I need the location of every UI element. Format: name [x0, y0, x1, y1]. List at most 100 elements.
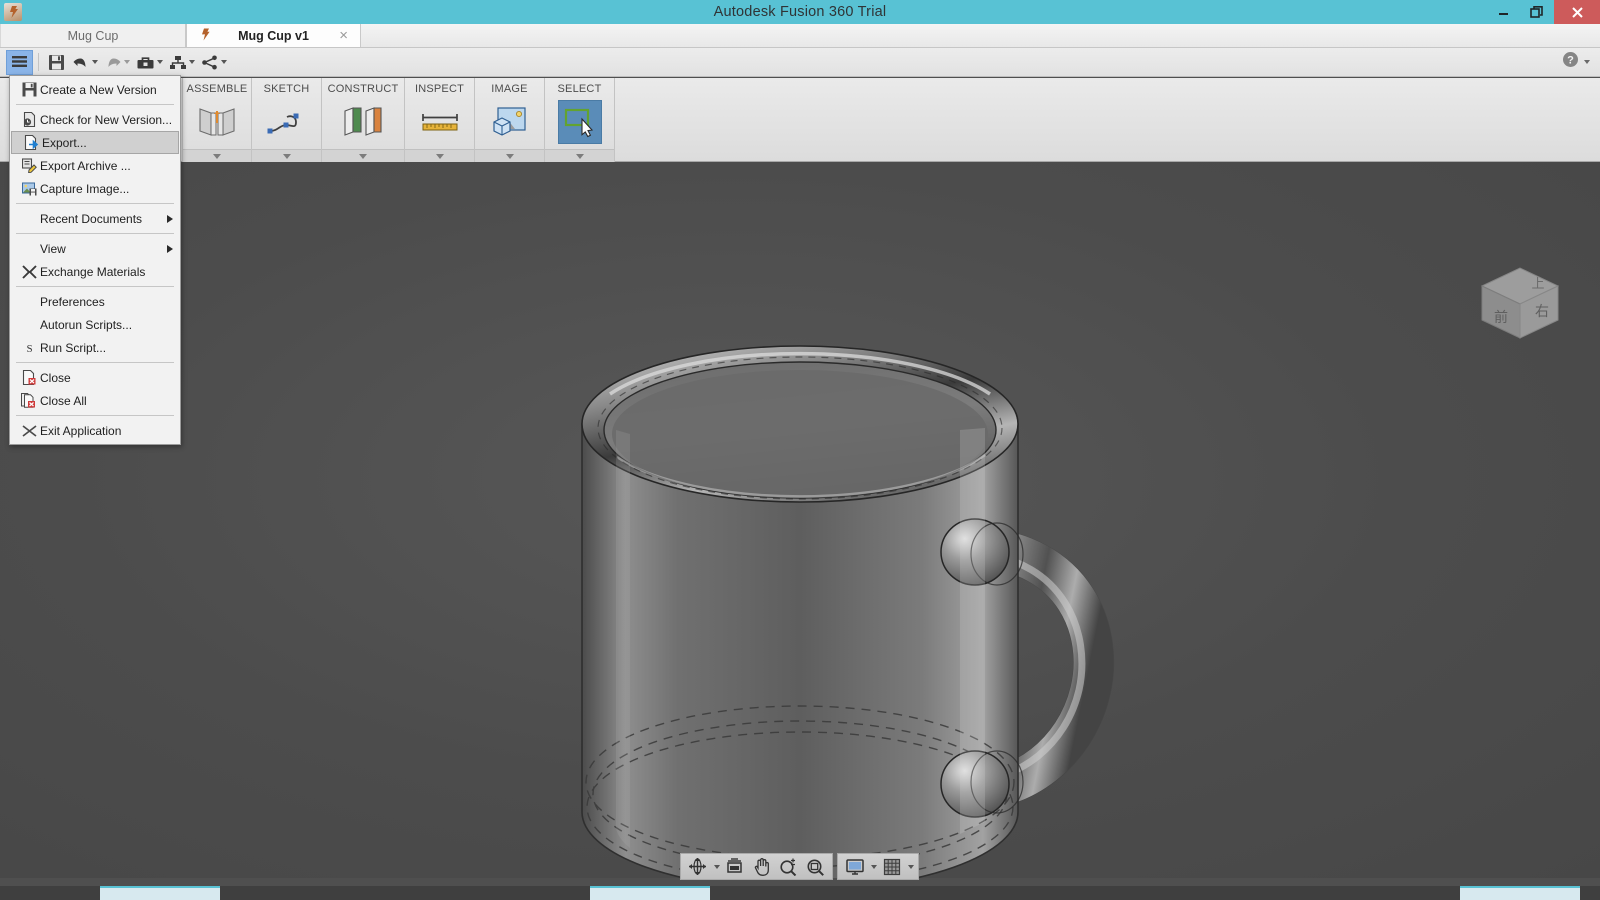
menu-item-label: Recent Documents [40, 211, 143, 226]
ribbon-panel-image[interactable]: IMAGE [475, 78, 545, 162]
chevron-down-icon[interactable] [714, 864, 720, 869]
menu-item-label: Exchange Materials [40, 264, 146, 279]
exit-x-icon [18, 424, 40, 438]
chevron-down-icon[interactable] [92, 60, 98, 64]
menu-item-run-script[interactable]: S Run Script... [10, 336, 180, 359]
menu-item-label: Export... [42, 135, 87, 150]
toolbox-button[interactable] [134, 50, 165, 75]
close-button[interactable] [1554, 0, 1600, 24]
save-floppy-icon [18, 82, 40, 97]
fit-view-button[interactable] [722, 855, 747, 878]
ribbon-panel-group: ASSEMBLE SKETCH CONSTRUCT INSPECT IMAGE … [182, 78, 615, 162]
menu-item-close[interactable]: Close [10, 366, 180, 389]
undo-button[interactable] [70, 50, 100, 75]
zoom-window-button[interactable] [803, 855, 828, 878]
sketch-spline-icon[interactable] [265, 100, 309, 144]
chevron-down-icon[interactable] [124, 60, 130, 64]
menu-item-export[interactable]: Export... [11, 131, 179, 154]
save-button[interactable] [44, 50, 68, 75]
export-arrow-icon [20, 135, 42, 150]
ribbon-panel-dropdown[interactable] [545, 149, 614, 162]
window-title-bar: Autodesk Fusion 360 Trial [0, 0, 1600, 24]
ribbon-panel-construct[interactable]: CONSTRUCT [322, 78, 405, 162]
menu-item-view[interactable]: View [10, 237, 180, 260]
menu-item-label: Exit Application [40, 423, 122, 438]
tab-label: Mug Cup [67, 28, 119, 43]
taskbar-item[interactable] [100, 886, 220, 900]
redo-button[interactable] [102, 50, 132, 75]
exchange-x-icon [18, 264, 40, 279]
select-cursor-icon[interactable] [557, 100, 602, 144]
chevron-down-icon[interactable] [157, 60, 163, 64]
chevron-down-icon [435, 153, 444, 159]
ribbon-panel-assemble[interactable]: ASSEMBLE [182, 78, 252, 162]
window-controls [1486, 0, 1600, 24]
menu-item-label: Capture Image... [40, 181, 130, 196]
chevron-down-icon [359, 153, 367, 159]
minimize-button[interactable] [1486, 0, 1520, 24]
display-settings-group [837, 853, 919, 880]
navigation-bar [680, 853, 919, 880]
ribbon-panel-title: INSPECT [414, 83, 465, 95]
ribbon-panel-dropdown[interactable] [405, 149, 474, 162]
menu-item-label: Export Archive ... [40, 158, 131, 173]
taskbar-item[interactable] [590, 886, 710, 900]
menu-item-label: Close All [40, 393, 87, 408]
hierarchy-button[interactable] [167, 50, 197, 75]
orbit-button[interactable] [685, 855, 710, 878]
assemble-joint-icon[interactable] [195, 100, 239, 144]
chevron-down-icon[interactable] [189, 60, 195, 64]
tab-mug-cup[interactable]: Mug Cup [0, 24, 186, 47]
menu-item-preferences[interactable]: Preferences [10, 290, 180, 313]
chevron-down-icon[interactable] [871, 864, 877, 869]
file-application-menu: Create a New Version Check for New Versi… [9, 75, 181, 445]
construct-planes-icon[interactable] [341, 100, 385, 144]
ribbon-panel-inspect[interactable]: INSPECT [405, 78, 475, 162]
grid-snaps-button[interactable] [879, 855, 904, 878]
share-button[interactable] [199, 50, 229, 75]
view-cube[interactable]: 上 前 右 [1460, 254, 1580, 344]
menu-item-autorun-scripts[interactable]: Autorun Scripts... [10, 313, 180, 336]
menu-item-exchange-materials[interactable]: Exchange Materials [10, 260, 180, 283]
chevron-down-icon[interactable] [1584, 60, 1590, 64]
taskbar-item[interactable] [1460, 886, 1580, 900]
ribbon-panel-dropdown[interactable] [252, 149, 321, 162]
tab-close-icon[interactable]: × [339, 28, 348, 43]
windows-taskbar[interactable] [0, 886, 1600, 900]
menu-item-recent-documents[interactable]: Recent Documents [10, 207, 180, 230]
menu-item-label: View [40, 241, 66, 256]
ribbon-panel-select[interactable]: SELECT [545, 78, 615, 162]
menu-item-export-archive[interactable]: Export Archive ... [10, 154, 180, 177]
zoom-button[interactable] [776, 855, 801, 878]
menu-separator [16, 286, 174, 287]
main-menu-button[interactable] [6, 49, 33, 75]
menu-item-capture-image[interactable]: Capture Image... [10, 177, 180, 200]
ribbon-panel-dropdown[interactable] [475, 149, 544, 162]
ribbon-panel-title: ASSEMBLE [186, 83, 248, 95]
mug-cup-3d-model[interactable] [0, 162, 1600, 878]
menu-item-label: Autorun Scripts... [40, 317, 133, 332]
restore-button[interactable] [1520, 0, 1554, 24]
chevron-down-icon[interactable] [221, 60, 227, 64]
ribbon-panel-sketch[interactable]: SKETCH [252, 78, 322, 162]
tab-mug-cup-v1[interactable]: Mug Cup v1 × [186, 24, 361, 47]
3d-viewport[interactable]: 上 前 右 [0, 162, 1600, 878]
help-question-icon[interactable]: ? [1562, 51, 1579, 73]
chevron-down-icon [282, 153, 291, 159]
pan-button[interactable] [749, 855, 774, 878]
ribbon-panel-title: SKETCH [263, 83, 310, 95]
ribbon-toolbar: ASSEMBLE SKETCH CONSTRUCT INSPECT IMAGE … [0, 78, 1600, 162]
chevron-down-icon[interactable] [908, 864, 914, 869]
submenu-arrow-icon [167, 214, 173, 223]
menu-item-check-for-new-version[interactable]: Check for New Version... [10, 108, 180, 131]
ribbon-panel-dropdown[interactable] [183, 149, 251, 162]
menu-item-exit-application[interactable]: Exit Application [10, 419, 180, 442]
ribbon-panel-dropdown[interactable] [322, 149, 404, 162]
menu-item-close-all[interactable]: Close All [10, 389, 180, 412]
inspect-ruler-icon[interactable] [418, 100, 462, 144]
menu-item-create-a-new-version[interactable]: Create a New Version [10, 78, 180, 101]
image-canvas-icon[interactable] [488, 100, 532, 144]
menu-item-label: Create a New Version [40, 82, 157, 97]
display-settings-button[interactable] [842, 855, 867, 878]
menu-item-label: Check for New Version... [40, 112, 173, 127]
